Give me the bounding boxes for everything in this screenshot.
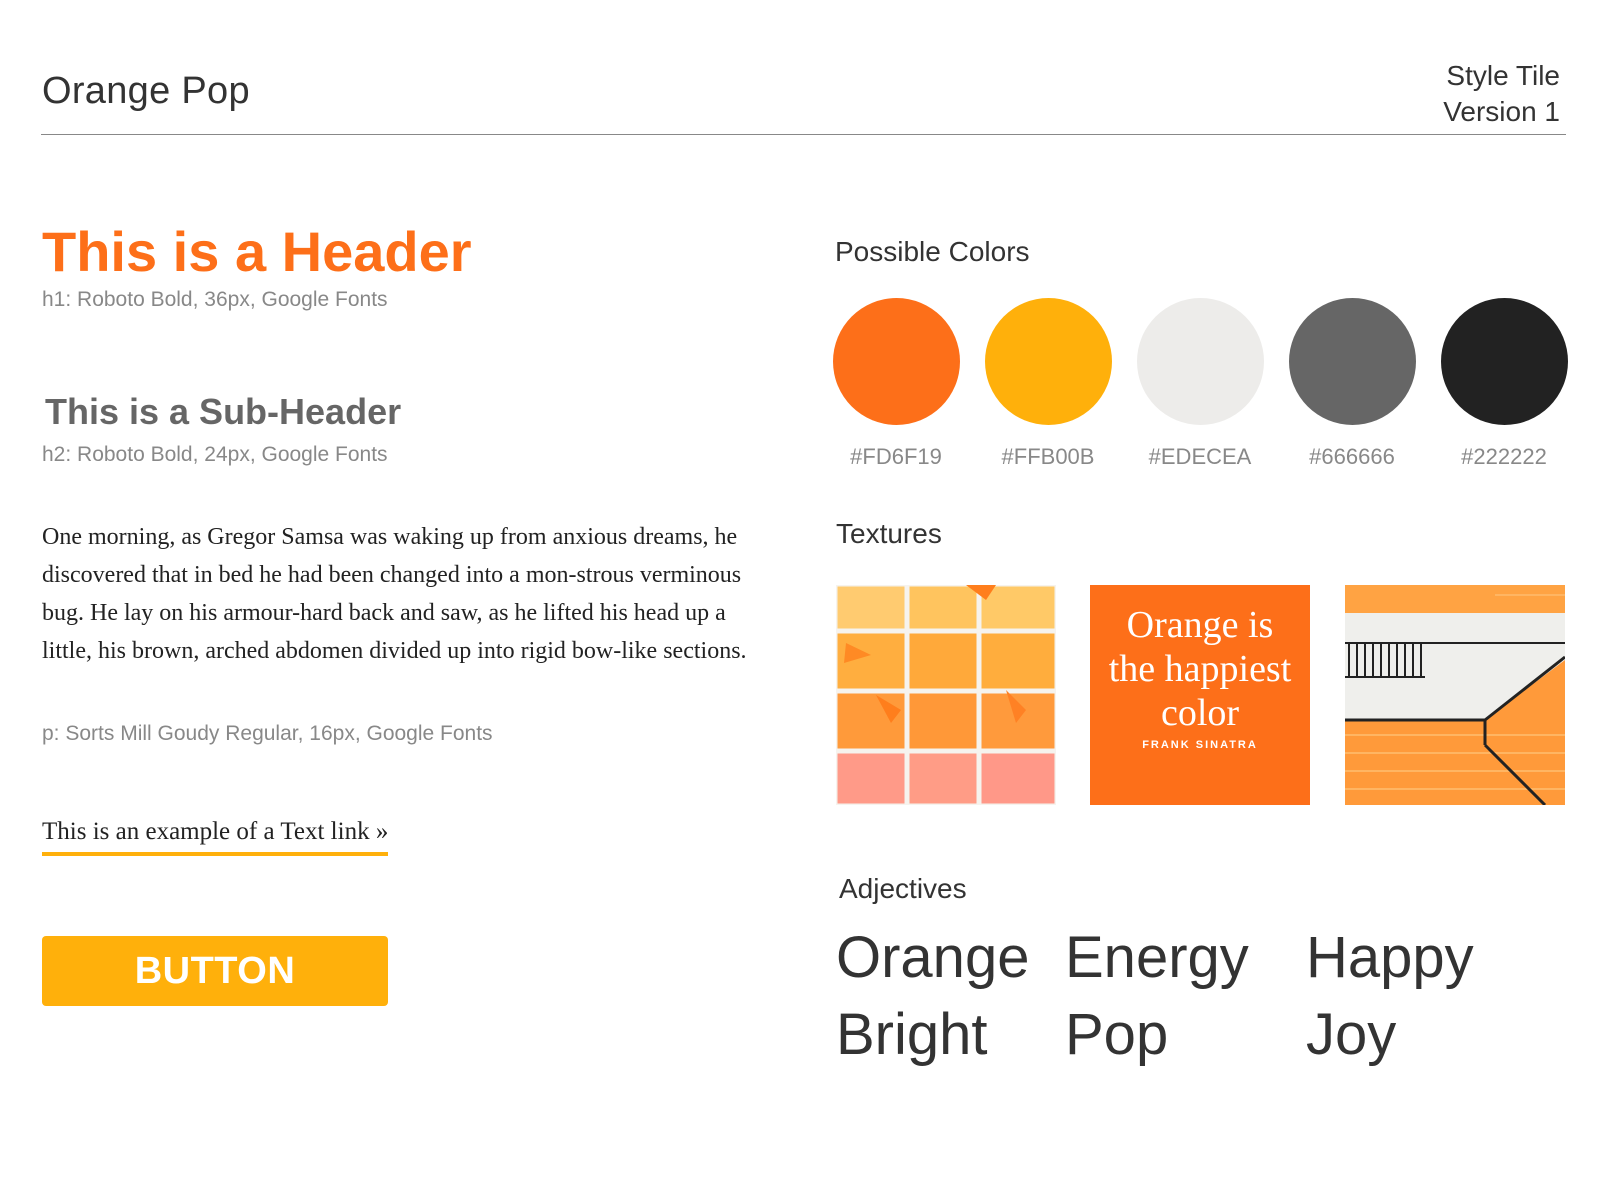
color-swatch-light-gray [1137,298,1264,425]
h1-spec: h1: Roboto Bold, 36px, Google Fonts [42,288,388,311]
h2-spec: h2: Roboto Bold, 24px, Google Fonts [42,443,388,466]
color-code: #222222 [1461,444,1547,469]
texture-staircase-image [1345,585,1565,805]
color-swatch-orange [833,298,960,425]
sample-button[interactable]: BUTTON [42,936,388,1006]
brand-title: Orange Pop [42,70,250,112]
color-code: #FFB00B [1001,444,1095,469]
color-swatch-black [1441,298,1568,425]
colors-section-label: Possible Colors [835,236,1030,267]
color-code: #EDECEA [1148,444,1252,469]
style-tile-label: Style Tile [1446,60,1560,91]
quote-line: the happiest [1108,648,1292,690]
color-code: #FD6F19 [850,444,942,469]
adjectives-section-label: Adjectives [839,873,967,904]
color-code: #666666 [1309,444,1395,469]
adjective-word: Joy [1306,1002,1397,1067]
text-link-sample[interactable]: This is an example of a Text link » [42,818,389,856]
h2-sample: This is a Sub-Header [45,391,402,432]
quote-line: Orange is [1126,604,1274,646]
adjective-word: Bright [836,1002,988,1067]
header-divider [41,134,1566,135]
color-swatch-gray [1289,298,1416,425]
texture-quote-card: Orange is the happiest color FRANK SINAT… [1090,585,1310,805]
version-label: Version 1 [1443,96,1560,127]
paragraph-spec: p: Sorts Mill Goudy Regular, 16px, Googl… [42,722,493,745]
adjective-word: Energy [1065,925,1249,990]
texture-sticky-notes-image [836,585,1056,805]
quote-line: color [1160,692,1240,734]
color-swatch-yellow [985,298,1112,425]
quote-author: FRANK SINATRA [1142,739,1258,751]
paragraph-sample: One morning, as Gregor Samsa was waking … [42,524,747,664]
style-tile-meta: Style Tile Version 1 [1443,58,1560,130]
adjective-word: Orange [836,925,1030,990]
textures-section-label: Textures [836,518,942,549]
adjective-word: Pop [1065,1002,1169,1067]
h1-sample: This is a Header [42,220,472,283]
adjective-word: Happy [1306,925,1474,990]
